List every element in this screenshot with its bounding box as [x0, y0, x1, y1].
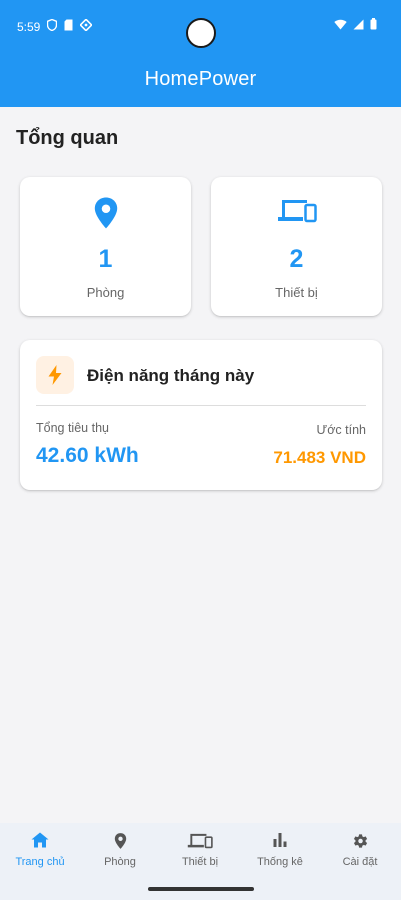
nav-item-rooms[interactable]: Phòng: [80, 823, 160, 875]
consumption-label: Tổng tiêu thụ: [36, 421, 109, 435]
devices-icon: [187, 833, 213, 849]
location-pin-icon: [114, 833, 126, 849]
nav-item-home[interactable]: Trang chủ: [0, 823, 80, 875]
data-saver-icon: [80, 19, 92, 31]
nav-label-home: Trang chủ: [15, 856, 65, 868]
signal-icon: [353, 19, 364, 29]
bar-chart-icon: [273, 833, 287, 847]
battery-icon: [370, 18, 377, 30]
rooms-count: 1: [98, 245, 113, 273]
page-title: Tổng quan: [16, 127, 119, 149]
nav-item-devices[interactable]: Thiết bị: [160, 823, 240, 875]
nav-label-statistics: Thống kê: [257, 856, 303, 868]
app-title: HomePower: [144, 68, 257, 90]
status-time: 5:59: [17, 20, 41, 34]
devices-count: 2: [289, 245, 304, 273]
estimate-value: 71.483 VND: [273, 448, 366, 467]
camera-cutout: [186, 18, 216, 48]
energy-card[interactable]: Điện năng tháng này Tổng tiêu thụ Ước tí…: [20, 340, 382, 490]
consumption-value: 42.60 kWh: [36, 444, 139, 467]
devices-icon: [277, 200, 317, 223]
wifi-icon: [334, 19, 347, 29]
lightning-icon: [48, 365, 62, 385]
status-left-icons: [47, 19, 92, 31]
sim-card-icon: [64, 19, 73, 31]
home-indicator[interactable]: [148, 887, 254, 891]
status-right-icons: [334, 18, 377, 30]
gear-icon: [353, 834, 368, 848]
devices-card[interactable]: 2 Thiết bị: [211, 177, 382, 316]
rooms-card[interactable]: 1 Phòng: [20, 177, 191, 316]
estimate-label: Ước tính: [316, 423, 366, 437]
energy-icon-box: [36, 356, 74, 394]
location-pin-icon: [94, 197, 117, 229]
app-bar: 5:59 HomePower: [0, 0, 401, 107]
nav-item-statistics[interactable]: Thống kê: [240, 823, 320, 875]
nav-label-devices: Thiết bị: [181, 856, 219, 868]
nav-label-settings: Cài đặt: [342, 856, 378, 868]
devices-label: Thiết bị: [275, 285, 318, 300]
home-icon: [31, 832, 49, 848]
divider: [36, 405, 366, 406]
nav-item-settings[interactable]: Cài đặt: [320, 823, 400, 875]
rooms-label: Phòng: [86, 285, 125, 300]
nav-label-rooms: Phòng: [104, 856, 136, 868]
phone-screen: 5:59 HomePower Tổng quan 1 Phòng 2 Thiết…: [0, 0, 401, 900]
shield-icon: [47, 19, 57, 31]
energy-title: Điện năng tháng này: [87, 366, 255, 385]
